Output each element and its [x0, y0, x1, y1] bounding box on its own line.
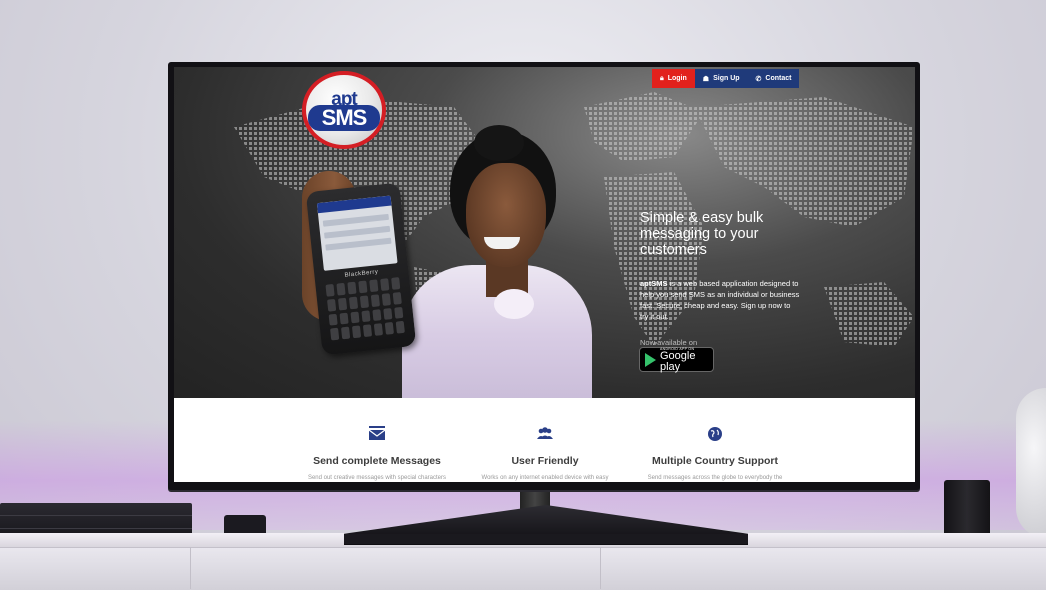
google-play-badge[interactable]: ANDROID APP ON Google play [639, 347, 714, 372]
hero-brand-name: aptSMS [640, 279, 668, 288]
phone-image: BlackBerry [305, 182, 417, 356]
phone-screen-header [316, 195, 392, 214]
features-section: Send complete Messages Send out creative… [174, 398, 915, 482]
globe-icon [703, 422, 727, 444]
phone-screen-row [323, 225, 391, 239]
phone-icon: ✆ [755, 75, 762, 83]
tv-screen: 🔒︎ Login ☗ Sign Up ✆ Contact apt SMS Bla… [174, 67, 915, 482]
lock-icon: 🔒︎ [660, 74, 664, 82]
logo-text-bottom: SMS [308, 105, 380, 131]
users-icon [533, 422, 557, 444]
phone-keyboard [325, 277, 405, 341]
site-logo[interactable]: apt SMS [302, 71, 386, 149]
signup-label: Sign Up [713, 75, 740, 82]
feature-desc: Send messages across the globe to everyb… [647, 475, 783, 481]
phone-screen-row [325, 237, 392, 251]
play-store-icon [645, 352, 656, 367]
shelf-seam [190, 547, 191, 589]
login-label: Login [667, 75, 687, 82]
top-nav: 🔒︎ Login ☗ Sign Up ✆ Contact [652, 69, 800, 88]
badge-big-text: Google play [660, 349, 696, 373]
person-hair-bun [474, 125, 524, 161]
feature-title: Multiple Country Support [652, 455, 778, 467]
hero-headline: Simple & easy bulk messaging to your cus… [640, 210, 764, 258]
shelf-seam [600, 547, 601, 589]
speaker [1016, 388, 1046, 538]
cup [944, 480, 990, 540]
hero-body: aptSMS is a web based application design… [640, 278, 800, 322]
shelf-front [0, 547, 1046, 590]
contact-button[interactable]: ✆ Contact [748, 69, 800, 88]
phone-screen-row [322, 213, 390, 227]
signup-button[interactable]: ☗ Sign Up [695, 69, 748, 88]
tv-stand-foot [344, 534, 748, 544]
contact-label: Contact [765, 75, 792, 82]
phone-screen [316, 195, 398, 271]
hero-section: 🔒︎ Login ☗ Sign Up ✆ Contact apt SMS Bla… [174, 67, 915, 398]
blouse-bow [494, 289, 534, 319]
user-icon: ☗ [702, 75, 710, 83]
person-face [466, 163, 546, 267]
envelope-icon [365, 422, 389, 444]
login-button[interactable]: 🔒︎ Login [652, 69, 695, 88]
